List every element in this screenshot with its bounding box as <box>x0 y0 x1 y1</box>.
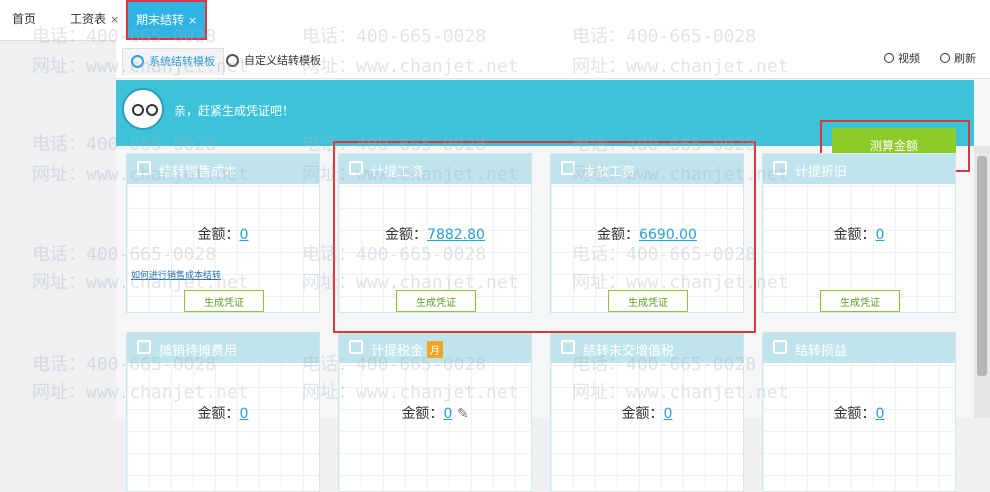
help-link[interactable]: 如何进行销售成本结转 <box>131 268 221 281</box>
sub-tab-bar: 系统结转模板 自定义结转模板 视频 刷新 <box>116 40 990 79</box>
refresh-button[interactable]: 刷新 <box>940 50 976 66</box>
card-depreciation: 计提折旧 金额：0 生成凭证 <box>762 153 956 313</box>
template-icon <box>131 55 144 68</box>
profit-loss-icon <box>773 340 787 354</box>
amount-link[interactable]: 0 <box>876 227 885 243</box>
custom-template-icon <box>226 54 239 67</box>
subtab-custom-template[interactable]: 自定义结转模板 <box>218 48 329 74</box>
pay-icon <box>561 161 575 175</box>
amount-link[interactable]: 6690.00 <box>639 227 697 243</box>
amortize-icon <box>137 340 151 354</box>
banner: 亲，赶紧生成凭证吧！ 测算金额 <box>116 80 974 172</box>
subtab-system-template[interactable]: 系统结转模板 <box>122 48 224 75</box>
generate-voucher-button[interactable]: 生成凭证 <box>184 290 264 312</box>
salary-icon <box>349 161 363 175</box>
card-vat: 结转未交增值税 金额：0 <box>550 332 744 492</box>
generate-voucher-button[interactable]: 生成凭证 <box>396 290 476 312</box>
amount-link[interactable]: 7882.80 <box>427 227 485 243</box>
tax-icon <box>349 340 363 354</box>
scrollbar-thumb[interactable] <box>977 156 987 376</box>
depreciation-icon <box>773 161 787 175</box>
main-panel: 系统结转模板 自定义结转模板 视频 刷新 亲，赶紧生成凭证吧！ 测算金额 结转销… <box>116 40 990 492</box>
scrollbar[interactable] <box>974 146 990 418</box>
top-tab-bar: 首页 工资表 × 期末结转 × <box>0 0 990 41</box>
refresh-icon <box>940 53 950 63</box>
play-icon <box>884 53 894 63</box>
amount-link[interactable]: 0 <box>876 406 885 422</box>
cost-icon <box>137 161 151 175</box>
amount-link[interactable]: 0 <box>240 227 249 243</box>
card-accrue-salary: 计提工资 金额：7882.80 生成凭证 <box>338 153 532 313</box>
card-profit-loss: 结转损益 金额：0 <box>762 332 956 492</box>
amount-link[interactable]: 0 <box>240 406 249 422</box>
generate-voucher-button[interactable]: 生成凭证 <box>820 290 900 312</box>
tab-payroll[interactable]: 工资表 × <box>70 0 119 38</box>
tab-home[interactable]: 首页 <box>12 0 36 38</box>
card-amortize: 摊销待摊费用 金额：0 <box>126 332 320 492</box>
card-transfer-sales-cost: 结转销售成本 金额：0 如何进行销售成本结转 生成凭证 <box>126 153 320 313</box>
amount-link[interactable]: 0 <box>664 406 673 422</box>
edit-icon[interactable]: ✎ <box>457 406 469 422</box>
card-tax: 计提税金月 金额：0 ✎ <box>338 332 532 492</box>
card-pay-salary: 发放工资 金额：6690.00 生成凭证 <box>550 153 744 313</box>
generate-voucher-button[interactable]: 生成凭证 <box>608 290 688 312</box>
video-button[interactable]: 视频 <box>884 50 920 66</box>
mascot-icon <box>122 88 164 130</box>
tab-period-end[interactable]: 期末结转 × <box>126 0 208 40</box>
banner-message: 亲，赶紧生成凭证吧！ <box>174 104 295 118</box>
close-icon[interactable]: × <box>110 13 119 26</box>
month-badge: 月 <box>427 341 444 358</box>
close-icon[interactable]: × <box>188 14 197 27</box>
amount-link[interactable]: 0 <box>443 406 452 422</box>
vat-icon <box>561 340 575 354</box>
